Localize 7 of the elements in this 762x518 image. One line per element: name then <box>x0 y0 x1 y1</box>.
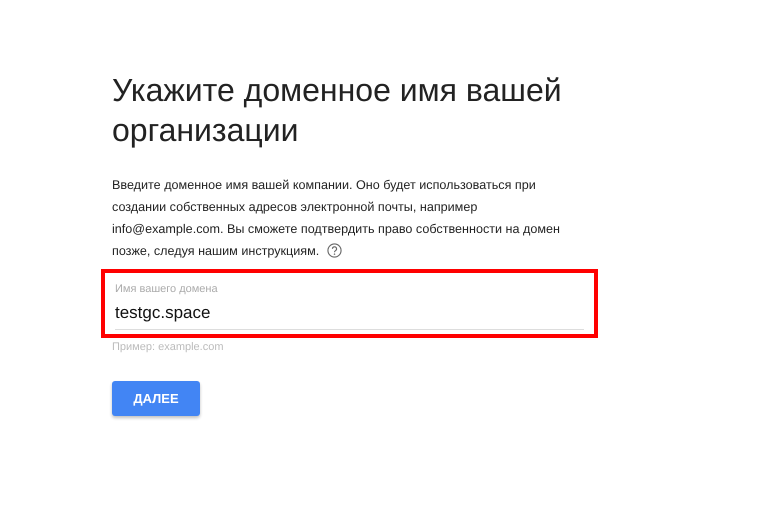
next-button[interactable]: ДАЛЕЕ <box>112 381 200 416</box>
domain-field[interactable]: testgc.space <box>115 295 584 330</box>
page-heading: Укажите доменное имя вашей организации <box>112 71 563 150</box>
field-hint: Пример: example.com <box>112 341 224 353</box>
field-label: Имя вашего домена <box>115 283 219 295</box>
help-icon[interactable] <box>326 243 342 258</box>
description-text: Введите доменное имя вашей компании. Оно будет использоваться при создании собственных адресов электронной почты, например info@example.com. Вы сможете подтвердить право собственности на домен позже, следуя нашим инструкциям. <box>112 177 561 260</box>
